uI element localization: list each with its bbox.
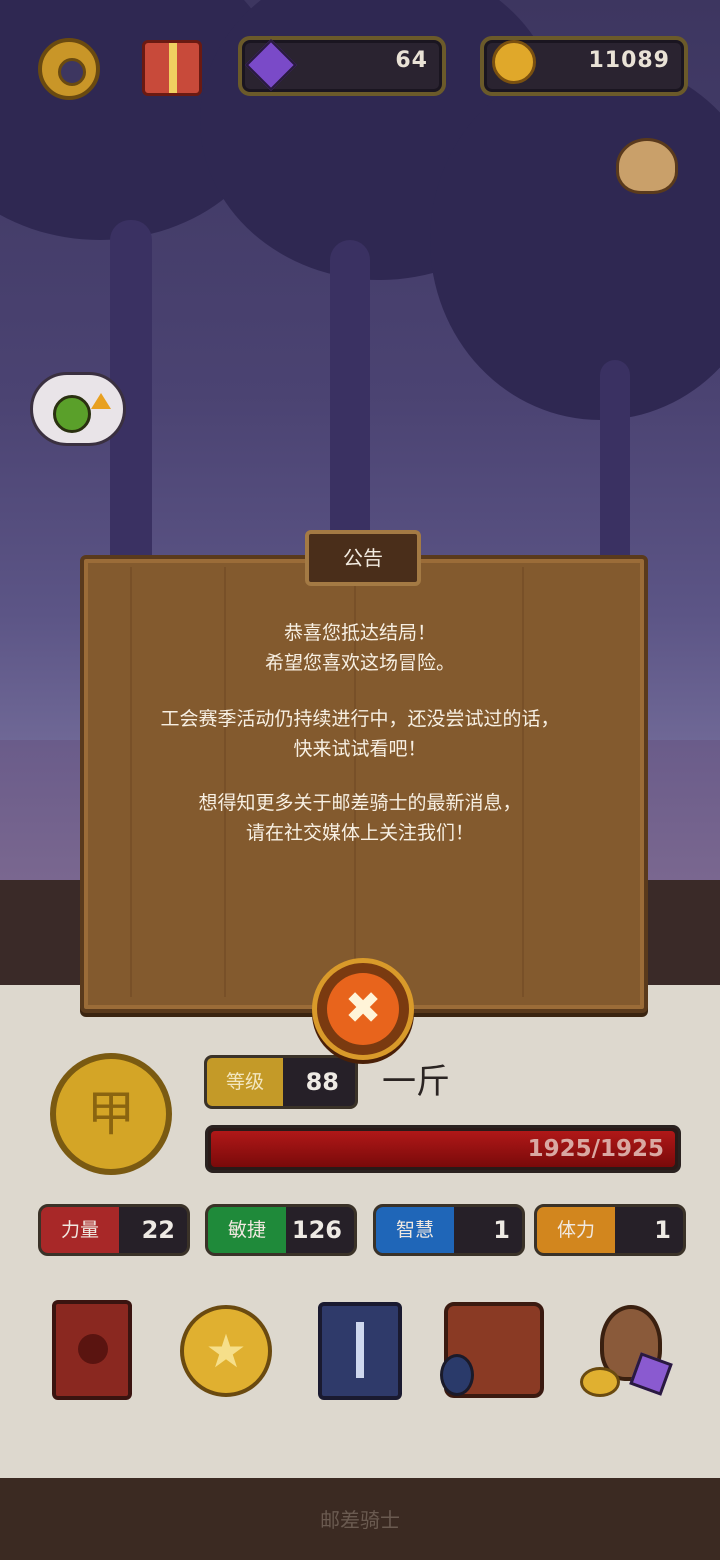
dialog-line: 快来试试看吧！: [293, 738, 427, 760]
stat-value: 126: [291, 1216, 342, 1244]
coin-counter: 11089: [480, 36, 688, 96]
stat-value: 1: [654, 1216, 671, 1244]
star-coin-icon[interactable]: ★: [180, 1305, 272, 1397]
stat-label: 体力: [537, 1207, 615, 1253]
dialog-title: 公告: [343, 546, 383, 570]
treasure-bag-icon[interactable]: [580, 1305, 676, 1401]
settings-gear-icon[interactable]: [38, 38, 100, 100]
dialog-line: 想得知更多关于邮差骑士的最新消息，: [198, 792, 522, 814]
stat-label: 敏捷: [208, 1207, 286, 1253]
gift-box-icon[interactable]: [142, 40, 202, 96]
footer-title: 邮差骑士: [320, 1508, 400, 1532]
stat-stamina: 体力 1: [534, 1204, 686, 1256]
sword-card-icon[interactable]: [318, 1302, 402, 1400]
stat-agility: 敏捷 126: [205, 1204, 357, 1256]
gold-coin-icon: [492, 40, 536, 84]
level-label: 等级: [207, 1058, 283, 1106]
skull-book-icon[interactable]: [52, 1300, 132, 1400]
level-value: 88: [305, 1068, 339, 1096]
dialog-line: 恭喜您抵达结局！: [283, 622, 436, 644]
gem-counter: 64: [238, 36, 446, 96]
footer-bar: 邮差骑士: [0, 1478, 720, 1560]
stat-label: 智慧: [376, 1207, 454, 1253]
dialog-line: 希望您喜欢这场冒险。: [264, 652, 455, 674]
gem-count: 64: [395, 48, 428, 73]
dialog-title-plate: 公告: [305, 530, 421, 586]
dialog-line: 工会赛季活动仍持续进行中，还没尝试过的话，: [160, 708, 560, 730]
level-box: 等级 88: [204, 1055, 358, 1109]
stat-value: 1: [493, 1216, 510, 1244]
purple-gem-icon: [244, 38, 298, 92]
rank-badge-glyph: 甲: [86, 1086, 135, 1142]
coin-count: 11089: [588, 48, 670, 73]
close-icon: ✖: [344, 983, 382, 1034]
stat-strength: 力量 22: [38, 1204, 190, 1256]
character-name: 一斤: [382, 1062, 450, 1102]
close-button[interactable]: ✖: [312, 958, 414, 1060]
dialog-line: 请在社交媒体上关注我们！: [245, 822, 474, 844]
loot-pouch-icon[interactable]: [616, 138, 678, 194]
potion-upgrade-bubble-icon[interactable]: [30, 372, 126, 446]
stat-wisdom: 智慧 1: [373, 1204, 525, 1256]
backpack-scroll-icon[interactable]: [440, 1302, 544, 1398]
stat-label: 力量: [41, 1207, 119, 1253]
hp-value: 1925/1925: [527, 1136, 664, 1162]
rank-badge-icon[interactable]: 甲: [50, 1053, 172, 1175]
stat-value: 22: [141, 1216, 175, 1244]
hp-bar: 1925/1925: [205, 1125, 681, 1173]
